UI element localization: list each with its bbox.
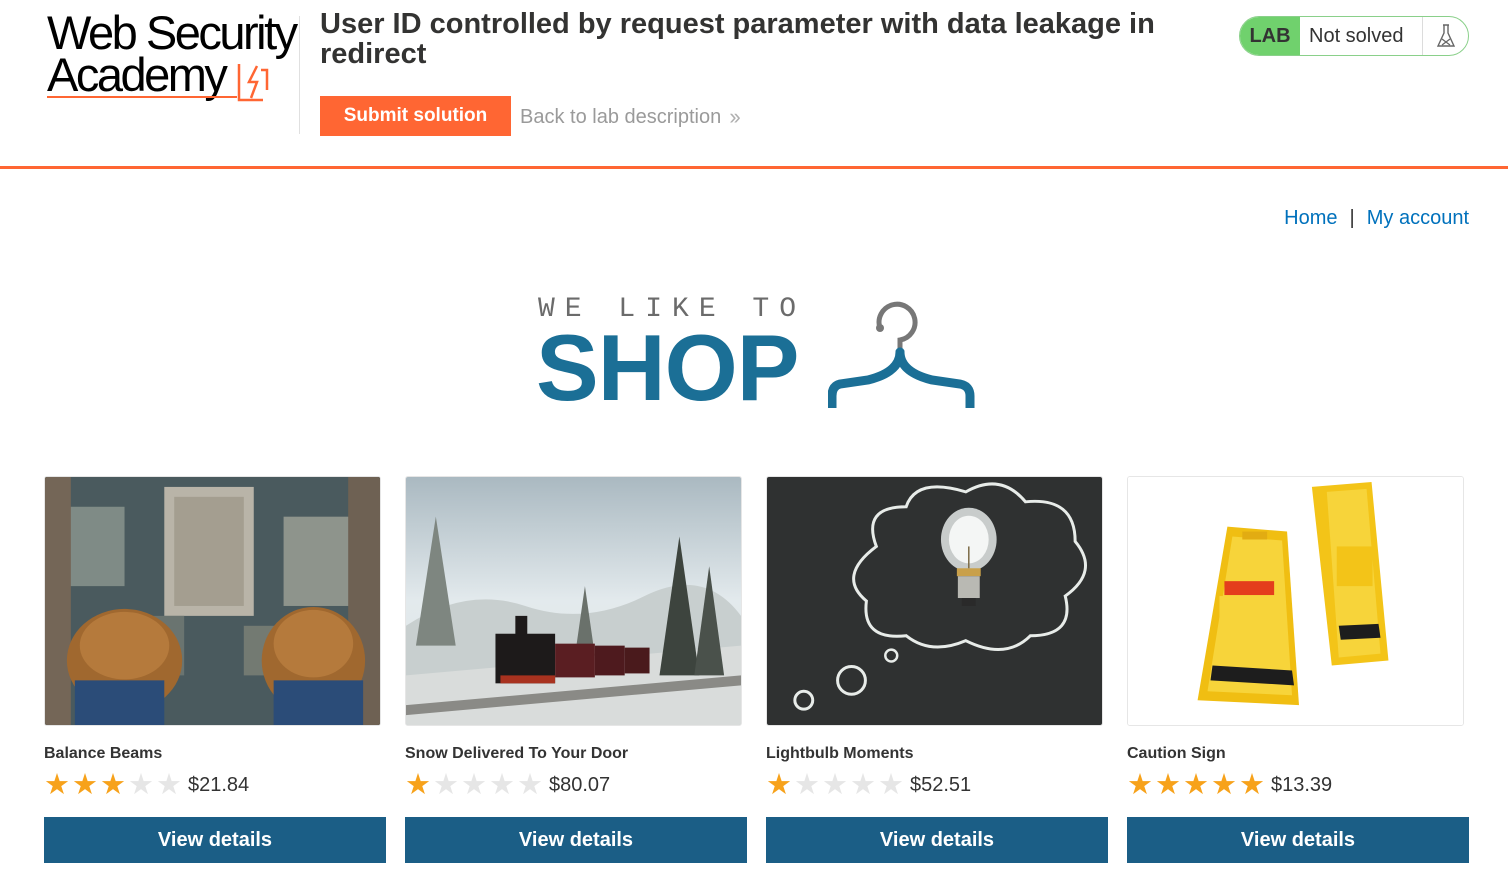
star-icon: ★ [1127, 769, 1153, 801]
flask-icon [1422, 17, 1468, 55]
view-details-button[interactable]: View details [405, 817, 747, 863]
star-icon: ★ [156, 769, 182, 801]
lab-tag: LAB [1240, 17, 1300, 55]
web-security-academy-logo[interactable]: Web Security Academy [47, 9, 298, 108]
back-to-lab-description-link[interactable]: Back to lab description ›› [520, 104, 741, 130]
product-price: $21.84 [188, 773, 250, 796]
product-price: $80.07 [549, 773, 611, 796]
product-rating: ★ ★ ★ ★ ★ $52.51 [766, 769, 972, 801]
double-chevron-right-icon: ›› [729, 104, 741, 129]
star-icon: ★ [794, 769, 820, 801]
logo-underline [47, 96, 237, 98]
lab-title: User ID controlled by request parameter … [320, 8, 1155, 70]
product-rating: ★ ★ ★ ★ ★ $80.07 [405, 769, 611, 801]
star-icon: ★ [517, 769, 543, 801]
star-icon: ★ [100, 769, 126, 801]
view-details-button[interactable]: View details [44, 817, 386, 863]
submit-solution-button[interactable]: Submit solution [320, 96, 511, 136]
nav-separator: | [1349, 207, 1355, 229]
product-rating: ★ ★ ★ ★ ★ $21.84 [44, 769, 250, 801]
star-icon: ★ [128, 769, 154, 801]
lab-status-text: Not solved [1309, 24, 1404, 47]
star-icon: ★ [405, 769, 431, 801]
star-icon: ★ [1183, 769, 1209, 801]
my-account-link[interactable]: My account [1367, 207, 1469, 230]
home-link[interactable]: Home [1284, 207, 1337, 230]
product-grid: Balance Beams ★ ★ ★ ★ ★ $21.84 View details [44, 476, 1469, 864]
product-name: Balance Beams [44, 745, 163, 762]
product-price: $52.51 [910, 773, 972, 796]
hanger-icon [828, 301, 975, 408]
product-image-lightbulb-chalk-cloud[interactable] [766, 476, 1103, 726]
star-icon: ★ [72, 769, 98, 801]
star-icon: ★ [433, 769, 459, 801]
product-image-shoes-over-city[interactable] [44, 476, 381, 726]
lab-status-badge: LAB Not solved [1239, 16, 1469, 56]
star-icon: ★ [461, 769, 487, 801]
star-icon: ★ [1155, 769, 1181, 801]
star-icon: ★ [44, 769, 70, 801]
product-card: Lightbulb Moments ★ ★ ★ ★ ★ $52.51 View detai… [766, 476, 1108, 864]
star-icon: ★ [489, 769, 515, 801]
banner-shop-text: SHOP [536, 315, 799, 420]
product-image-yellow-caution-signs[interactable] [1127, 476, 1464, 726]
header-divider [299, 16, 300, 134]
product-price: $13.39 [1271, 773, 1333, 796]
product-card: Snow Delivered To Your Door ★ ★ ★ ★ ★ $80.07 … [405, 476, 747, 864]
star-icon: ★ [1239, 769, 1265, 801]
star-icon: ★ [850, 769, 876, 801]
star-icon: ★ [822, 769, 848, 801]
product-rating: ★ ★ ★ ★ ★ $13.39 [1127, 769, 1333, 801]
shop-top-links: Home | My account [1284, 207, 1469, 230]
logo-bolt-icon [237, 64, 269, 102]
view-details-button[interactable]: View details [1127, 817, 1469, 863]
we-like-to-shop-banner: WE LIKE TO SHOP [536, 292, 976, 418]
product-card: Balance Beams ★ ★ ★ ★ ★ $21.84 View details [44, 476, 386, 864]
academy-header: Web Security Academy User ID controlled … [0, 0, 1508, 169]
back-link-label: Back to lab description [520, 105, 722, 128]
star-icon: ★ [766, 769, 792, 801]
product-image-steam-train-in-snow[interactable] [405, 476, 742, 726]
view-details-button[interactable]: View details [766, 817, 1108, 863]
product-card: Caution Sign ★ ★ ★ ★ ★ $13.39 View details [1127, 476, 1469, 864]
product-name: Lightbulb Moments [766, 745, 914, 762]
star-icon: ★ [878, 769, 904, 801]
product-name: Caution Sign [1127, 745, 1226, 762]
product-name: Snow Delivered To Your Door [405, 745, 629, 762]
star-icon: ★ [1211, 769, 1237, 801]
